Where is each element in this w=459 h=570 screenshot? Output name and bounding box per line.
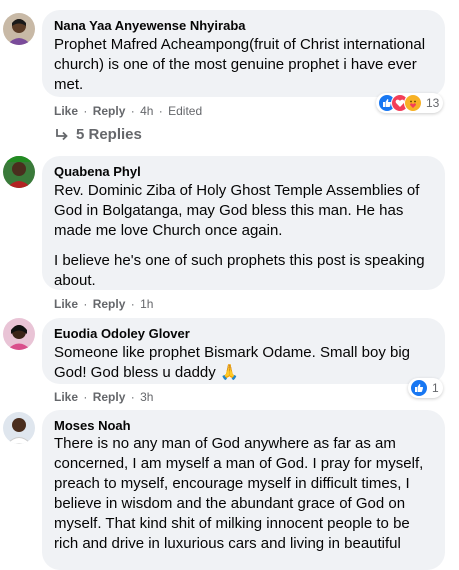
comment-text: Someone like prophet Bismark Odame. Smal… bbox=[54, 344, 411, 381]
reply-arrow-icon bbox=[54, 127, 70, 143]
reply-button[interactable]: Reply bbox=[93, 390, 126, 404]
avatar[interactable] bbox=[3, 156, 35, 188]
replies-count-label: 5 Replies bbox=[76, 126, 142, 143]
comment-author[interactable]: Moses Noah bbox=[54, 418, 433, 434]
like-button[interactable]: Like bbox=[54, 104, 78, 118]
like-button[interactable]: Like bbox=[54, 297, 78, 311]
avatar[interactable] bbox=[3, 318, 35, 350]
separator: · bbox=[130, 104, 135, 118]
edited-label[interactable]: Edited bbox=[168, 104, 202, 118]
view-replies-button[interactable]: 5 Replies bbox=[54, 126, 142, 143]
separator: · bbox=[130, 390, 135, 404]
separator: · bbox=[83, 390, 88, 404]
comment-actions: Like · Reply · 3h bbox=[54, 389, 153, 405]
comment-text: Rev. Dominic Ziba of Holy Ghost Temple A… bbox=[54, 182, 420, 239]
comment-bubble: Quabena Phyl Rev. Dominic Ziba of Holy G… bbox=[42, 156, 445, 290]
comment-text: I believe he's one of such prophets this… bbox=[54, 252, 425, 289]
timestamp[interactable]: 1h bbox=[140, 297, 153, 311]
comment-bubble: Euodia Odoley Glover Someone like prophe… bbox=[42, 318, 445, 384]
reaction-count: 1 bbox=[432, 381, 439, 395]
reaction-summary[interactable]: 1 bbox=[408, 378, 443, 398]
comment-actions: Like · Reply · 4h · Edited bbox=[54, 103, 202, 119]
separator: · bbox=[83, 297, 88, 311]
reply-button[interactable]: Reply bbox=[93, 104, 126, 118]
reaction-count: 13 bbox=[426, 96, 440, 110]
comment-author[interactable]: Quabena Phyl bbox=[54, 164, 433, 180]
separator: · bbox=[158, 104, 163, 118]
avatar[interactable] bbox=[3, 13, 35, 45]
avatar[interactable] bbox=[3, 412, 35, 444]
reply-button[interactable]: Reply bbox=[93, 297, 126, 311]
like-button[interactable]: Like bbox=[54, 390, 78, 404]
comment-actions: Like · Reply · 1h bbox=[54, 296, 153, 312]
comment-author[interactable]: Euodia Odoley Glover bbox=[54, 326, 433, 342]
timestamp[interactable]: 3h bbox=[140, 390, 153, 404]
comment-bubble: Nana Yaa Anyewense Nhyiraba Prophet Mafr… bbox=[42, 10, 445, 97]
comment-text: There is no any man of God anywhere as f… bbox=[54, 435, 424, 552]
comment-bubble: Moses Noah There is no any man of God an… bbox=[42, 410, 445, 570]
comment-text: Prophet Mafred Acheampong(fruit of Chris… bbox=[54, 36, 426, 93]
comment-author[interactable]: Nana Yaa Anyewense Nhyiraba bbox=[54, 18, 433, 34]
separator: · bbox=[83, 104, 88, 118]
timestamp[interactable]: 4h bbox=[140, 104, 153, 118]
reaction-summary[interactable]: 13 bbox=[376, 93, 444, 113]
like-icon bbox=[410, 379, 428, 397]
separator: · bbox=[130, 297, 135, 311]
care-icon bbox=[404, 94, 422, 112]
